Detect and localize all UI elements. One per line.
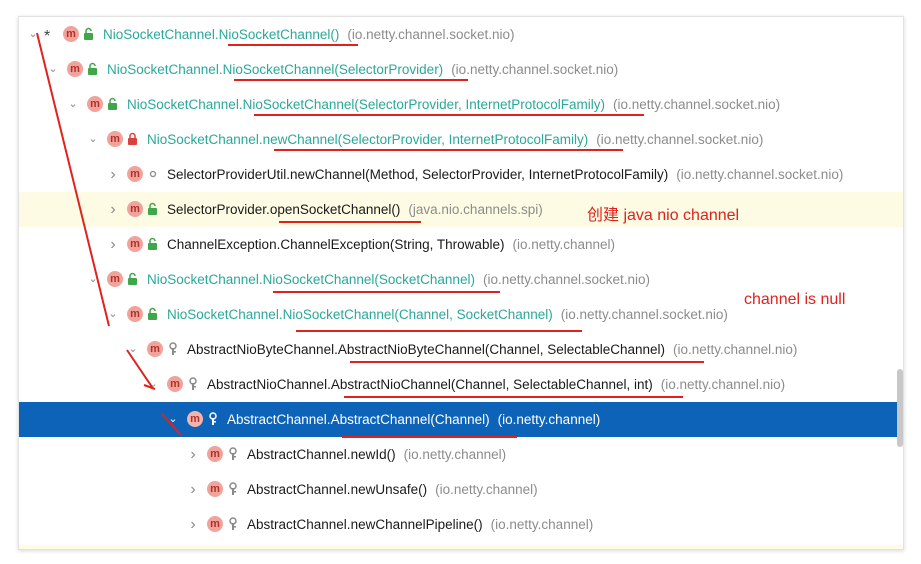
annotation-channel-null: channel is null bbox=[744, 291, 846, 308]
vertical-scrollbar[interactable] bbox=[897, 369, 903, 447]
annotation-create-channel: 创建 java nio channel bbox=[587, 207, 740, 224]
diagonal-stroke-2 bbox=[143, 384, 156, 390]
diagonal-stroke-long bbox=[36, 32, 110, 327]
call-hierarchy-panel: ⌄ * m NioSocketChannel.NioSocketChannel() (i… bbox=[18, 16, 904, 550]
bottom-highlight-strip bbox=[19, 545, 903, 549]
diagonal-stroke-1 bbox=[126, 349, 153, 388]
diagonal-stroke-3 bbox=[161, 413, 182, 436]
red-annotation-overlay bbox=[36, 32, 704, 438]
